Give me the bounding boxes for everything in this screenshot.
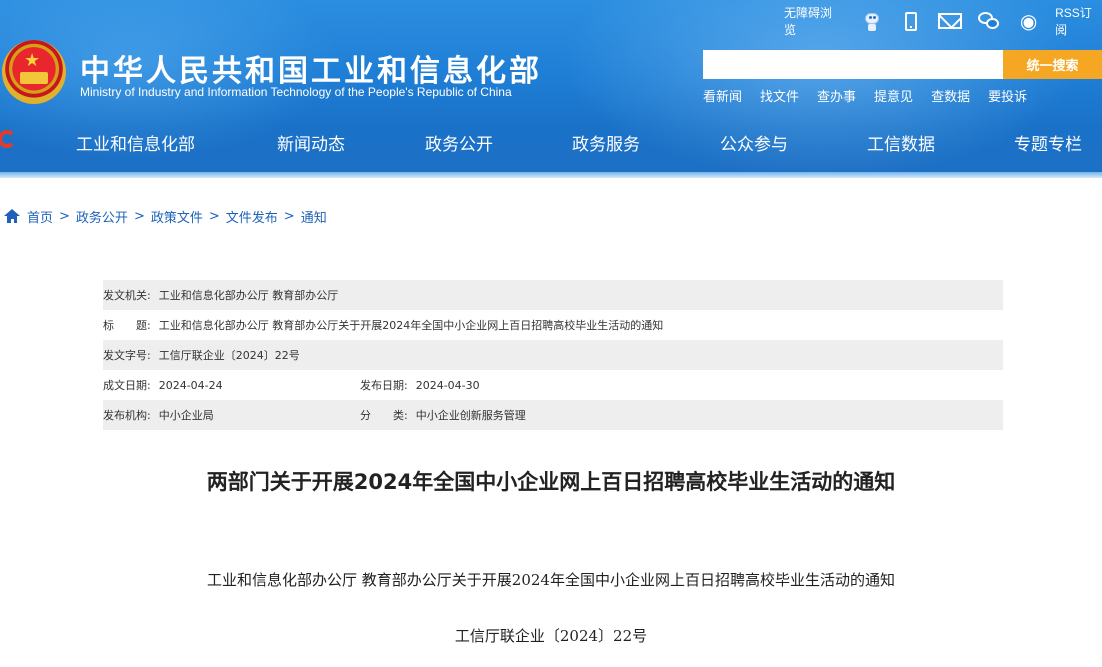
article-doc-number: 工信厅联企业〔2024〕22号	[454, 627, 648, 645]
created-date-value: 2024-04-24	[158, 378, 223, 392]
info-row-org: 发布机构: 中小企业局 分 类: 中小企业创新服务管理	[103, 400, 1003, 430]
search-input[interactable]	[703, 50, 1003, 79]
breadcrumb-policy-files[interactable]: 政策文件	[151, 207, 203, 226]
issuer-label: 发文机关:	[103, 289, 151, 302]
header-divider	[0, 172, 1102, 178]
site-subtitle: Ministry of Industry and Information Tec…	[80, 85, 512, 99]
created-date-label: 成文日期:	[103, 379, 151, 392]
nav-item-topics[interactable]: 专题专栏	[1014, 130, 1082, 155]
breadcrumb-separator: >	[59, 208, 70, 224]
breadcrumb-home[interactable]: 首页	[27, 207, 53, 226]
quick-link-news[interactable]: 看新闻	[703, 86, 742, 105]
published-date-value: 2024-04-30	[415, 378, 480, 392]
site-title[interactable]: 中华人民共和国工业和信息化部	[80, 46, 542, 90]
main-nav: 工业和信息化部 新闻动态 政务公开 政务服务 公众参与 工信数据 专题专栏	[0, 122, 1102, 162]
quick-link-services[interactable]: 查办事	[817, 86, 856, 105]
title-label: 标 题:	[103, 319, 151, 332]
info-row-dates: 成文日期: 2024-04-24 发布日期: 2024-04-30	[103, 370, 1003, 400]
top-utility-links: 无障碍浏览 ◉ RSS订阅	[784, 6, 1102, 37]
gate-icon	[20, 72, 48, 84]
issuer-value: 工业和信息化部办公厅 教育部办公厅	[158, 289, 339, 302]
docno-value: 工信厅联企业〔2024〕22号	[158, 349, 300, 362]
docno-label: 发文字号:	[103, 349, 151, 362]
mobile-icon[interactable]	[899, 10, 924, 32]
rss-link[interactable]: RSS订阅	[1055, 4, 1102, 38]
info-row-docno: 发文字号: 工信厅联企业〔2024〕22号	[103, 340, 1003, 370]
title-value: 工业和信息化部办公厅 教育部办公厅关于开展2024年全国中小企业网上百日招聘高校…	[158, 319, 664, 332]
breadcrumb: 首页 > 政务公开 > 政策文件 > 文件发布 > 通知	[4, 206, 327, 226]
breadcrumb-file-release[interactable]: 文件发布	[226, 207, 278, 226]
mail-icon[interactable]	[938, 10, 963, 32]
robot-icon[interactable]	[860, 10, 885, 32]
national-emblem-logo[interactable]: ★	[2, 40, 66, 104]
published-date-label: 发布日期:	[360, 379, 408, 392]
nav-item-ministry[interactable]: 工业和信息化部	[76, 130, 195, 155]
nav-item-gov-affairs[interactable]: 政务公开	[425, 130, 493, 155]
quick-link-data[interactable]: 查数据	[931, 86, 970, 105]
org-label: 发布机构:	[103, 409, 151, 422]
breadcrumb-separator: >	[133, 208, 145, 224]
nav-item-news[interactable]: 新闻动态	[277, 130, 345, 155]
nav-item-data[interactable]: 工信数据	[867, 130, 935, 155]
org-value: 中小企业局	[158, 409, 214, 422]
article-title: 两部门关于开展2024年全国中小企业网上百日招聘高校毕业生活动的通知	[206, 470, 896, 494]
breadcrumb-notice[interactable]: 通知	[301, 207, 327, 226]
nav-item-gov-services[interactable]: 政务服务	[572, 130, 640, 155]
breadcrumb-gov-affairs[interactable]: 政务公开	[76, 207, 128, 226]
weibo-icon[interactable]: ◉	[1016, 9, 1041, 33]
document-info-table: 发文机关: 工业和信息化部办公厅 教育部办公厅 标 题: 工业和信息化部办公厅 …	[103, 280, 1003, 430]
quick-link-files[interactable]: 找文件	[760, 86, 799, 105]
star-icon: ★	[24, 50, 41, 71]
category-label: 分 类:	[360, 409, 408, 422]
wechat-icon[interactable]	[977, 10, 1002, 32]
nav-item-public[interactable]: 公众参与	[720, 130, 788, 155]
info-row-issuer: 发文机关: 工业和信息化部办公厅 教育部办公厅	[103, 280, 1003, 310]
breadcrumb-separator: >	[283, 208, 295, 224]
quick-link-complaint[interactable]: 要投诉	[988, 86, 1027, 105]
search-button[interactable]: 统一搜索	[1003, 50, 1102, 79]
article-subtitle: 工业和信息化部办公厅 教育部办公厅关于开展2024年全国中小企业网上百日招聘高校…	[207, 571, 895, 589]
site-header: ★ 中华人民共和国工业和信息化部 Ministry of Industry an…	[0, 0, 1102, 178]
home-icon[interactable]	[4, 209, 20, 223]
breadcrumb-separator: >	[208, 208, 220, 224]
category-value: 中小企业创新服务管理	[415, 409, 526, 422]
info-row-title: 标 题: 工业和信息化部办公厅 教育部办公厅关于开展2024年全国中小企业网上百…	[103, 310, 1003, 340]
quick-link-feedback[interactable]: 提意见	[874, 86, 913, 105]
quick-links: 看新闻 找文件 查办事 提意见 查数据 要投诉	[703, 86, 1045, 105]
accessibility-link[interactable]: 无障碍浏览	[784, 4, 842, 38]
